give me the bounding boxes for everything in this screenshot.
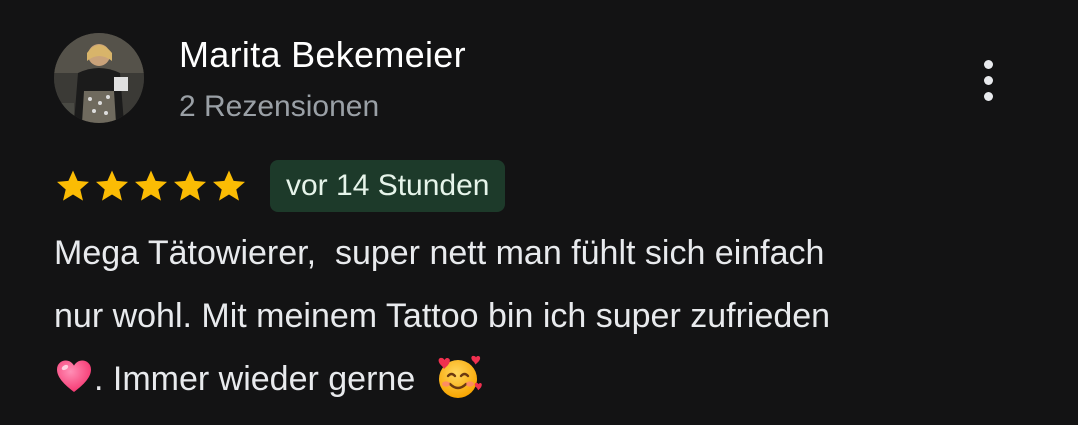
reviewer-name[interactable]: Marita Bekemeier <box>179 34 466 76</box>
review-text-line-2: nur wohl. Mit meinem Tattoo bin ich supe… <box>54 297 831 335</box>
star-icon <box>57 170 89 201</box>
avatar-photo <box>54 33 144 123</box>
more-vert-icon <box>983 59 993 69</box>
review-count[interactable]: 2 Rezensionen <box>179 90 379 124</box>
review-card: Marita Bekemeier 2 Rezensionen vor 14 St… <box>0 0 1078 425</box>
more-vert-icon-dot <box>983 75 993 85</box>
review-text: Mega Tätowierer, super nett man fühlt si… <box>54 222 1014 411</box>
more-vert-icon-dot <box>983 91 993 101</box>
smiling-face-with-hearts-emoji <box>434 354 482 400</box>
star-rating <box>54 167 248 205</box>
review-time-badge: vor 14 Stunden <box>270 160 506 212</box>
star-icon <box>96 170 128 201</box>
reviewer-avatar[interactable] <box>54 33 144 123</box>
star-icon <box>174 170 206 201</box>
star-icon <box>213 170 245 201</box>
more-options-button[interactable] <box>966 52 1010 108</box>
pink-heart-emoji <box>54 357 94 397</box>
star-icon <box>135 170 167 201</box>
review-text-line-3: . Immer wieder gerne <box>94 360 435 398</box>
review-text-line-1: Mega Tätowierer, super nett man fühlt si… <box>54 234 825 272</box>
rating-row: vor 14 Stunden <box>54 160 506 212</box>
